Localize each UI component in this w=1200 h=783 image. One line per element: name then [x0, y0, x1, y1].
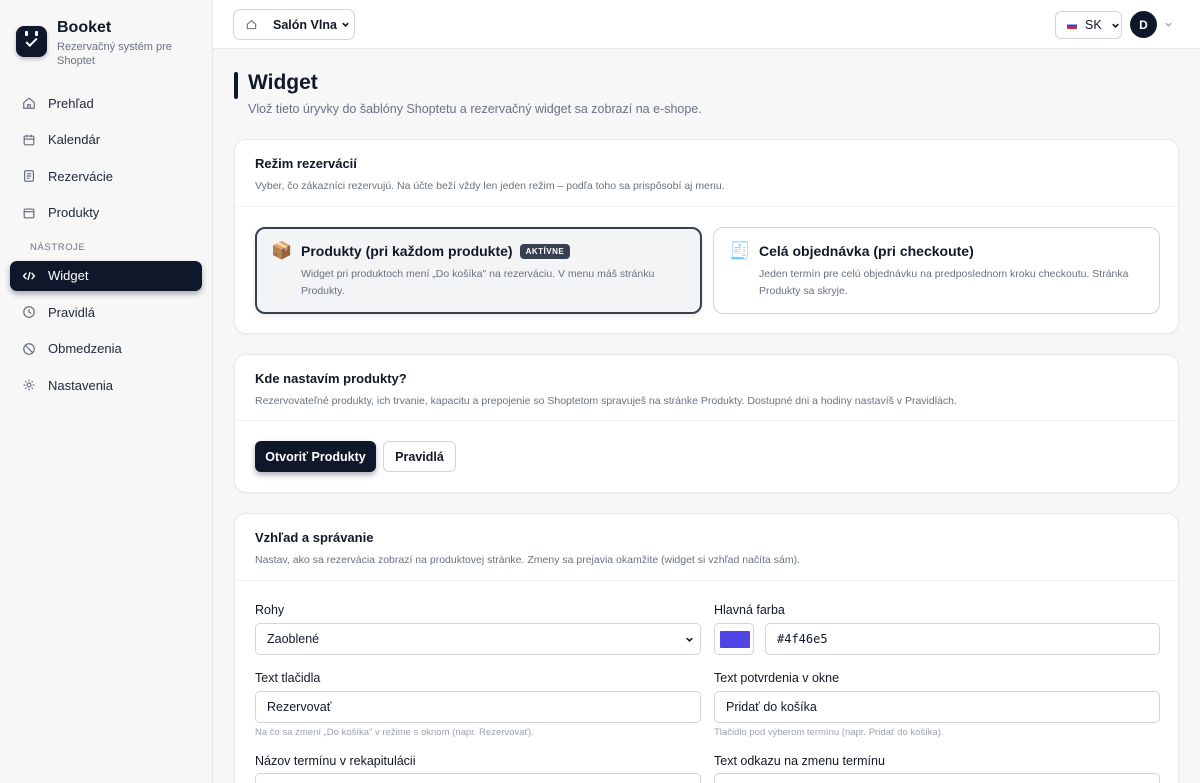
- corners-select[interactable]: Zaoblené: [255, 623, 701, 655]
- main-content: Widget Vlož tieto úryvky do šablóny Shop…: [213, 49, 1200, 783]
- clock-icon: [23, 306, 35, 318]
- products-setup-card: Kde nastavím produkty? Rezervovateľné pr…: [234, 354, 1179, 493]
- appearance-card: Vzhľad a správanie Nastav, ako sa rezerv…: [234, 513, 1179, 783]
- confirm-text-label: Text potvrdenia v okne: [714, 671, 840, 685]
- sidebar: Booket Rezervačný systém pre Shoptet Pre…: [0, 0, 213, 783]
- shop-select[interactable]: Salón Vlna: [233, 9, 355, 40]
- color-swatch: [720, 631, 750, 648]
- language-code: SK: [1085, 18, 1102, 32]
- mode-description: Jeden termín pre celú objednávku na pred…: [759, 268, 1129, 297]
- button-text-input[interactable]: Rezervovať: [255, 691, 701, 723]
- button-text-label: Text tlačidla: [255, 671, 321, 685]
- booket-logo: [16, 26, 47, 57]
- topbar: Salón Vlna SK D: [213, 0, 1200, 49]
- active-badge: AKTÍVNE: [519, 243, 571, 259]
- reservation-mode-card: Režim rezervácií Vyber, čo zákazníci rez…: [234, 139, 1179, 334]
- document-icon: [24, 170, 34, 182]
- rules-button[interactable]: Pravidlá: [383, 441, 456, 472]
- chevron-down-icon: [686, 637, 693, 642]
- home-icon: [23, 97, 35, 109]
- sidebar-item-produkty[interactable]: Produkty: [10, 198, 202, 228]
- sidebar-item-label: Widget: [48, 268, 89, 283]
- nav-section-title: NÁSTROJE: [30, 241, 86, 253]
- slovak-flag-icon: [1067, 21, 1077, 29]
- corners-label: Rohy: [255, 603, 285, 617]
- color-label: Hlavná farba: [714, 603, 785, 617]
- box-icon: [23, 207, 35, 218]
- term-name-label: Názov termínu v rekapitulácii: [255, 754, 416, 768]
- button-text-hint: Na čo sa zmení „Do košíka" v režime s ok…: [255, 727, 534, 738]
- confirm-text-input[interactable]: Pridať do košíka: [714, 691, 1160, 723]
- chevron-down-icon: [1111, 23, 1119, 28]
- page-title: Widget: [248, 71, 318, 94]
- color-picker[interactable]: [714, 623, 754, 655]
- mode-title: Celá objednávka (pri checkoute): [759, 243, 974, 259]
- change-link-input[interactable]: [714, 773, 1160, 783]
- mode-option-order[interactable]: 🧾 Celá objednávka (pri checkoute) Jeden …: [713, 227, 1160, 314]
- package-icon: 📦: [271, 241, 293, 260]
- sidebar-item-nastavenia[interactable]: Nastavenia: [10, 370, 202, 400]
- brand-name: Booket: [57, 19, 112, 36]
- user-avatar[interactable]: D: [1130, 11, 1157, 38]
- sidebar-item-label: Prehľad: [48, 95, 94, 111]
- term-name-input[interactable]: [255, 773, 701, 783]
- corners-value: Zaoblené: [267, 632, 320, 646]
- sidebar-nav: Prehľad Kalendár Rezervácie Produkty NÁS…: [0, 88, 212, 400]
- ban-icon: [23, 342, 35, 355]
- shop-name: Salón Vlna: [273, 17, 337, 32]
- sidebar-item-label: Nastavenia: [48, 377, 114, 393]
- color-hex-input[interactable]: #4f46e5: [765, 623, 1160, 655]
- calendar-icon: [23, 134, 35, 145]
- sidebar-item-label: Obmedzenia: [48, 341, 122, 356]
- brand: Booket Rezervačný systém pre Shoptet: [0, 0, 212, 88]
- language-select[interactable]: SK: [1055, 11, 1122, 39]
- title-accent-bar: [234, 72, 238, 99]
- card-description: Nastav, ako sa rezervácia zobrazí na pro…: [255, 554, 801, 566]
- sidebar-item-label: Kalendár: [48, 132, 101, 147]
- chevron-down-icon: [342, 22, 349, 27]
- card-description: Vyber, čo zákazníci rezervujú. Na účte b…: [255, 180, 725, 192]
- brand-subtitle: Rezervačný systém pre Shoptet: [57, 41, 172, 67]
- sidebar-item-kalendar[interactable]: Kalendár: [10, 125, 202, 155]
- confirm-text-hint: Tlačidlo pod výberom termínu (napr. Prid…: [714, 727, 944, 738]
- sidebar-item-widget[interactable]: Widget: [10, 260, 202, 291]
- sidebar-item-pravidla[interactable]: Pravidlá: [10, 297, 202, 327]
- receipt-icon: 🧾: [729, 241, 751, 260]
- card-title: Vzhľad a správanie: [255, 530, 374, 545]
- mode-title: Produkty (pri každom produkte): [301, 243, 513, 259]
- card-title: Režim rezervácií: [255, 156, 357, 171]
- change-link-label: Text odkazu na zmenu termínu: [714, 754, 885, 768]
- sidebar-item-rezervacie[interactable]: Rezervácie: [10, 161, 202, 191]
- home-icon: [246, 20, 257, 30]
- card-title: Kde nastavím produkty?: [255, 371, 407, 386]
- card-description: Rezervovateľné produkty, ich trvanie, ka…: [255, 395, 957, 407]
- sidebar-item-label: Produkty: [48, 205, 100, 220]
- gear-icon: [23, 379, 35, 391]
- sidebar-item-obmedzenia[interactable]: Obmedzenia: [10, 334, 202, 364]
- page-description: Vlož tieto úryvky do šablóny Shoptetu a …: [248, 102, 702, 116]
- open-products-button[interactable]: Otvoriť Produkty: [255, 441, 376, 472]
- sidebar-item-prehlad[interactable]: Prehľad: [10, 88, 202, 118]
- sidebar-item-label: Rezervácie: [48, 168, 114, 184]
- mode-option-products[interactable]: 📦 Produkty (pri každom produkte) AKTÍVNE…: [255, 227, 702, 314]
- sidebar-item-label: Pravidlá: [48, 304, 95, 320]
- code-icon: [22, 271, 36, 280]
- chevron-down-icon[interactable]: [1164, 20, 1173, 29]
- mode-description: Widget pri produktoch mení „Do košíka" n…: [301, 268, 655, 297]
